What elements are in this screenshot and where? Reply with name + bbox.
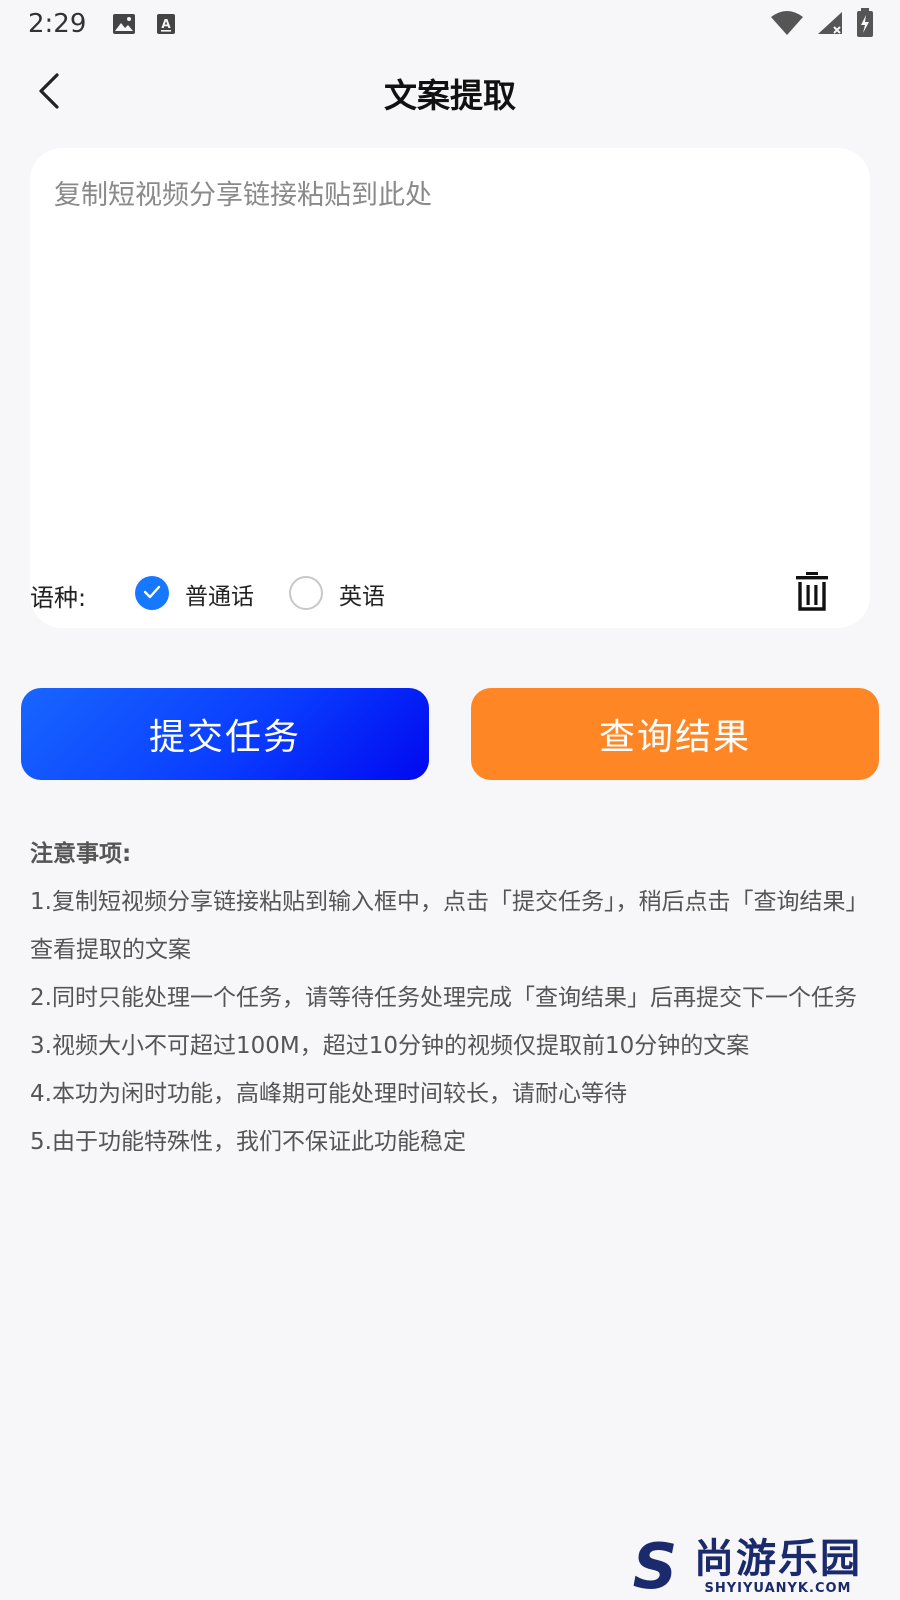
query-result-label: 查询结果 bbox=[598, 717, 751, 758]
submit-task-button[interactable]: 提交任务 bbox=[21, 688, 429, 780]
radio-english[interactable] bbox=[289, 576, 323, 610]
app-screen: 2:29 A 文案提取 语种: bbox=[0, 0, 900, 1600]
note-item: 2.同时只能处理一个任务，请等待任务处理完成「查询结果」后再提交下一个任务 bbox=[30, 985, 857, 1011]
back-button[interactable] bbox=[26, 70, 72, 116]
signal-icon bbox=[816, 10, 844, 40]
image-icon bbox=[112, 13, 136, 35]
watermark-text: 尚游乐园 SHYIYUANYK.COM bbox=[694, 1537, 862, 1596]
notes-title: 注意事项: bbox=[30, 841, 132, 867]
check-icon bbox=[143, 584, 161, 603]
clear-input-button[interactable] bbox=[792, 570, 832, 616]
query-result-button[interactable]: 查询结果 bbox=[471, 688, 879, 780]
battery-icon bbox=[856, 8, 874, 42]
status-time: 2:29 bbox=[28, 9, 87, 39]
share-link-input[interactable] bbox=[54, 176, 846, 556]
submit-task-label: 提交任务 bbox=[148, 717, 301, 758]
a-text-icon: A bbox=[156, 13, 176, 35]
radio-mandarin[interactable] bbox=[135, 576, 169, 610]
site-watermark: S 尚游乐园 SHYIYUANYK.COM bbox=[620, 1529, 900, 1600]
app-header: 文案提取 bbox=[0, 60, 900, 126]
option-english-label[interactable]: 英语 bbox=[339, 577, 385, 611]
note-item: 1.复制短视频分享链接粘贴到输入框中，点击「提交任务」，稍后点击「查询结果」查看… bbox=[30, 889, 869, 963]
note-item: 3.视频大小不可超过100M，超过10分钟的视频仅提取前10分钟的文案 bbox=[30, 1033, 750, 1059]
status-bar: 2:29 A bbox=[0, 0, 900, 48]
status-icons bbox=[770, 8, 874, 42]
language-label: 语种: bbox=[30, 584, 87, 612]
note-item: 4.本功为闲时功能，高峰期可能处理时间较长，请耐心等待 bbox=[30, 1081, 627, 1107]
note-item: 5.由于功能特殊性，我们不保证此功能稳定 bbox=[30, 1129, 466, 1155]
notes-section: 注意事项: 1.复制短视频分享链接粘贴到输入框中，点击「提交任务」，稍后点击「查… bbox=[30, 830, 876, 1166]
chevron-left-icon bbox=[37, 72, 61, 114]
option-mandarin-label[interactable]: 普通话 bbox=[185, 577, 254, 611]
watermark-domain: SHYIYUANYK.COM bbox=[704, 1580, 852, 1596]
link-input-card bbox=[30, 148, 870, 628]
page-title: 文案提取 bbox=[384, 76, 516, 115]
wifi-icon bbox=[770, 10, 804, 40]
svg-text:A: A bbox=[162, 17, 172, 31]
trash-icon bbox=[794, 570, 830, 616]
watermark-name: 尚游乐园 bbox=[694, 1535, 862, 1582]
watermark-logo-icon: S bbox=[632, 1529, 678, 1600]
